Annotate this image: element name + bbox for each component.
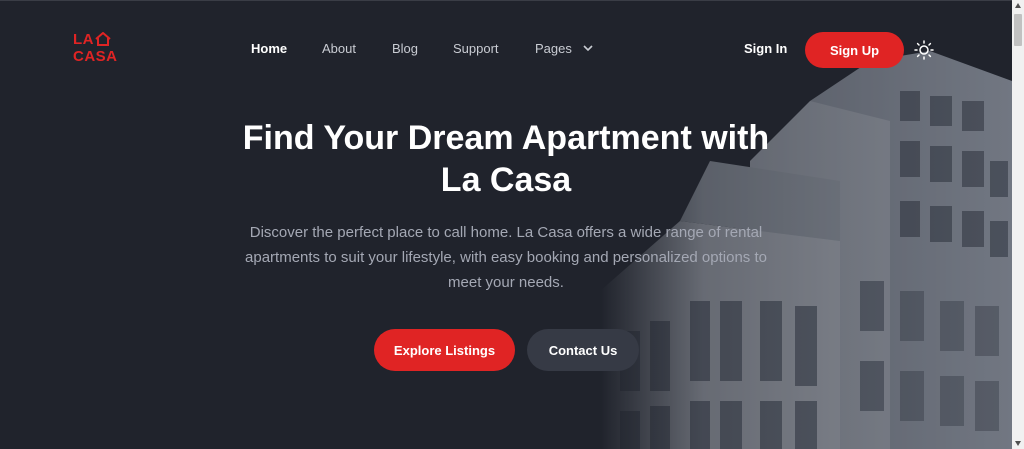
contact-us-button[interactable]: Contact Us [527,329,639,371]
nav-home[interactable]: Home [251,41,287,56]
top-navbar: LA CASA Home About Blog Support Pages Si… [0,1,1012,99]
la-casa-logo[interactable]: LA CASA [73,31,117,68]
chevron-down-icon[interactable] [582,43,594,53]
scrollbar-thumb[interactable] [1014,14,1022,46]
sun-icon[interactable] [914,40,934,60]
scroll-up-arrow-icon[interactable] [1014,2,1022,10]
vertical-scrollbar[interactable] [1012,0,1024,449]
nav-pages[interactable]: Pages [535,41,572,56]
hero-title-line2: La Casa [440,161,572,199]
hero-title-line1: Find Your Dream Apartment with [242,119,770,157]
hero-subtitle: Discover the perfect place to call home.… [216,220,796,295]
nav-support[interactable]: Support [453,41,499,56]
hero-title: Find Your Dream Apartment with La Casa [206,117,806,201]
explore-listings-button[interactable]: Explore Listings [374,329,515,371]
hero-subtitle-line2: apartments to suit your lifestyle, with … [245,249,767,266]
nav-about[interactable]: About [322,41,356,56]
scroll-down-arrow-icon[interactable] [1014,439,1022,447]
page: LA CASA Home About Blog Support Pages Si… [0,0,1012,449]
sign-in-link[interactable]: Sign In [744,41,787,56]
logo-line2: CASA [73,48,118,65]
house-icon [95,32,111,46]
hero-subtitle-line1: Discover the perfect place to call home.… [249,224,763,241]
sign-up-button[interactable]: Sign Up [805,32,904,68]
hero-subtitle-line3: meet your needs. [448,274,564,291]
nav-blog[interactable]: Blog [392,41,418,56]
logo-line1: LA [73,31,94,48]
